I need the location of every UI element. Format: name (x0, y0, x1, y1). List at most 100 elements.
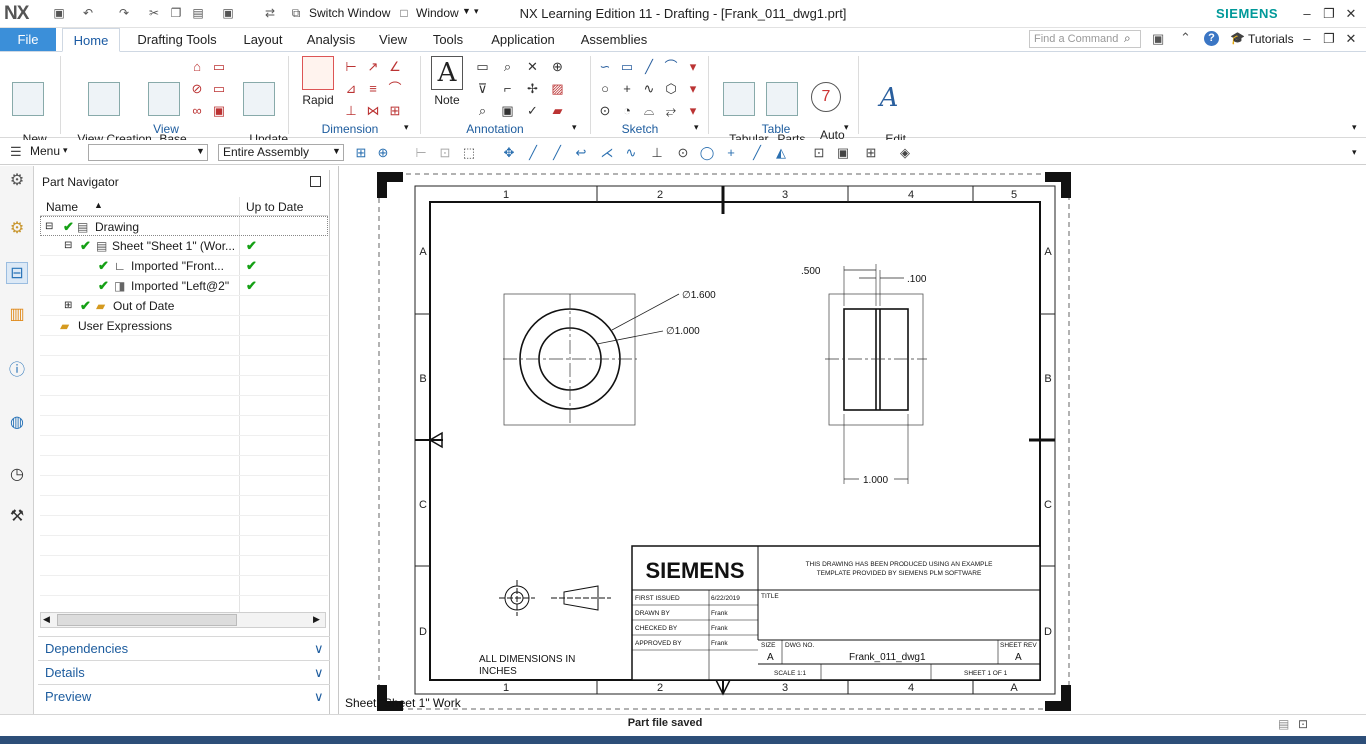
datum-feature-icon[interactable]: ⌕ (495, 56, 520, 78)
rectangle-select-icon[interactable]: ⬚ (460, 144, 478, 161)
select-all-icon[interactable]: ⊡ (436, 144, 454, 161)
inner-diameter-dim[interactable]: ∅1.000 (666, 326, 700, 337)
break-view-icon[interactable]: ▭ (208, 78, 230, 100)
circle-icon[interactable]: ○ (594, 78, 616, 100)
selection-scope-arrow-icon[interactable]: ▼ (332, 146, 341, 156)
area-fill-icon[interactable]: ▰ (545, 100, 570, 122)
type-filter-arrow-icon[interactable]: ▼ (196, 146, 205, 156)
uptodate-column-header[interactable]: Up to Date (246, 200, 303, 214)
rapid-dimension-button[interactable]: Rapid (298, 56, 338, 107)
zoom-icon[interactable]: ⌕ (470, 100, 495, 122)
selection-filter-icon[interactable]: ⊕ (374, 144, 392, 161)
sketch-more-icon[interactable]: ▾ (682, 100, 704, 122)
line-icon[interactable]: ╱ (638, 56, 660, 78)
feature-control-frame-icon[interactable]: ▭ (470, 56, 495, 78)
center-mark-icon[interactable]: ⊕ (545, 56, 570, 78)
hatch-icon[interactable]: ▨ (545, 78, 570, 100)
web-browser-icon[interactable]: ◍ (6, 412, 28, 434)
offset-curve-icon[interactable]: ⌓ (638, 100, 660, 122)
dim-100[interactable]: .100 (907, 274, 927, 285)
doc-minimize-icon[interactable]: – (1298, 30, 1316, 48)
mirror-curve-icon[interactable]: ⥂ (660, 100, 682, 122)
tree-row-front-view[interactable]: ✔ ∟ Imported "Front... ✔ (40, 256, 328, 276)
mid-point-icon[interactable]: ╱ (548, 144, 566, 161)
polygon-icon[interactable]: ⬡ (660, 78, 682, 100)
existing-point-icon[interactable]: + (722, 144, 740, 161)
sketch-group-more-icon[interactable]: ▾ (694, 122, 699, 133)
tree-row-left-view[interactable]: ✔ ◨ Imported "Left@2" ✔ (40, 276, 328, 296)
dependencies-section[interactable]: Dependencies ∨ (38, 636, 330, 660)
part-navigator-icon[interactable]: ⊟ (6, 262, 28, 284)
tree-row-sheet[interactable]: ⊟ ✔ ▤ Sheet "Sheet 1" (Wor... ✔ (40, 236, 328, 256)
angular-dimension-icon[interactable]: ∠ (384, 56, 406, 78)
tab-application[interactable]: Application (482, 28, 564, 52)
profile-icon[interactable]: ∽ (594, 56, 616, 78)
image-view-icon[interactable]: ▣ (834, 144, 852, 161)
restore-icon[interactable]: ❐ (1320, 5, 1338, 23)
display-mode-icon[interactable]: ◈ (896, 144, 914, 161)
tree-row-out-of-date[interactable]: ⊞ ✔ ▰ Out of Date (40, 296, 328, 316)
deselect-icon[interactable]: ⊢ (412, 144, 430, 161)
collapse-ribbon-icon[interactable]: ⌃ (1180, 30, 1191, 46)
dim-500[interactable]: .500 (801, 266, 821, 277)
navigator-maximize-icon[interactable] (310, 176, 321, 187)
linear-dimension-icon[interactable]: ⊢ (340, 56, 362, 78)
help-icon[interactable]: ? (1204, 31, 1219, 46)
preview-section[interactable]: Preview ∨ (38, 684, 330, 708)
rectangle-icon[interactable]: ▭ (616, 56, 638, 78)
toolbar-expand-icon[interactable]: ▾ (1352, 147, 1357, 158)
tab-home[interactable]: Home (62, 28, 120, 52)
fullscreen-icon[interactable]: ⊡ (1298, 717, 1308, 731)
tutorials-icon[interactable]: 🎓 (1230, 31, 1245, 45)
fit-view-icon[interactable]: ⊡ (810, 144, 828, 161)
control-point-icon[interactable]: ↩ (572, 144, 590, 161)
collapse-icon[interactable]: ⊟ (64, 236, 72, 256)
section-view-icon[interactable]: ▭ (208, 56, 230, 78)
history-icon[interactable]: ◷ (6, 464, 28, 486)
dim-1000[interactable]: 1.000 (863, 475, 888, 486)
layout-icon[interactable]: ⊞ (862, 144, 880, 161)
studio-spline-icon[interactable]: ∿ (638, 78, 660, 100)
search-icon[interactable]: ⌕ (1124, 31, 1131, 46)
menu-dropdown-icon[interactable]: ▾ (63, 145, 68, 156)
menu-button[interactable]: Menu (30, 144, 60, 158)
tab-layout[interactable]: Layout (236, 28, 290, 52)
tab-assemblies[interactable]: Assemblies (574, 28, 654, 52)
ordinate-dimension-icon[interactable]: ⊥ (340, 100, 362, 122)
tree-row-user-expressions[interactable]: ▰ User Expressions (40, 316, 328, 336)
cue-icon[interactable]: ▤ (1278, 717, 1289, 731)
resource-bar-settings-icon[interactable]: ⚙ (6, 170, 28, 192)
scroll-thumb[interactable] (57, 614, 237, 626)
sketch-more-icon[interactable]: ▾ (682, 78, 704, 100)
sketch-more-icon[interactable]: ▾ (682, 56, 704, 78)
type-filter-select[interactable] (88, 144, 208, 161)
curve-point-icon[interactable]: ∿ (622, 144, 640, 161)
selection-scope-select[interactable]: Entire Assembly (218, 144, 344, 161)
perpendicular-icon[interactable]: ⊥ (648, 144, 666, 161)
details-section[interactable]: Details ∨ (38, 660, 330, 684)
fillet-icon[interactable]: ⊙ (594, 100, 616, 122)
tab-view[interactable]: View (372, 28, 414, 52)
general-selection-filter-icon[interactable]: ⊞ (352, 144, 370, 161)
tree-row-drawing[interactable]: ⊟ ✔ ▤ Drawing (40, 216, 328, 236)
tab-tools[interactable]: Tools (424, 28, 472, 52)
name-column-header[interactable]: Name (46, 200, 78, 214)
navigator-horizontal-scrollbar[interactable]: ◀ ▶ (40, 612, 326, 628)
chamfer-dimension-icon[interactable]: ⊿ (340, 78, 362, 100)
chamfer-icon[interactable]: ◔ (616, 100, 638, 122)
left-view[interactable]: .500 .100 1.000 (801, 264, 927, 486)
arc-icon[interactable]: ⌒ (660, 56, 682, 78)
intersection-icon[interactable]: ⋌ (598, 144, 616, 161)
tutorials-button[interactable]: Tutorials (1248, 32, 1294, 46)
annotation-more-icon[interactable]: ▾ (572, 122, 577, 133)
surface-finish-icon[interactable]: ⊽ (470, 78, 495, 100)
target-point-icon[interactable]: ✢ (520, 78, 545, 100)
scroll-left-icon[interactable]: ◀ (43, 614, 50, 625)
graphics-window[interactable]: 1 2 3 4 5 1 2 3 4 A A B C D A B C D ∅1.6… (338, 166, 1366, 714)
outer-diameter-dim[interactable]: ∅1.600 (682, 290, 716, 301)
end-point-icon[interactable]: ╱ (524, 144, 542, 161)
projected-view-icon[interactable]: ⌂ (186, 56, 208, 78)
scroll-right-icon[interactable]: ▶ (313, 614, 320, 625)
tab-drafting-tools[interactable]: Drafting Tools (128, 28, 226, 52)
ribbon-expand-icon[interactable]: ▾ (1352, 122, 1357, 133)
